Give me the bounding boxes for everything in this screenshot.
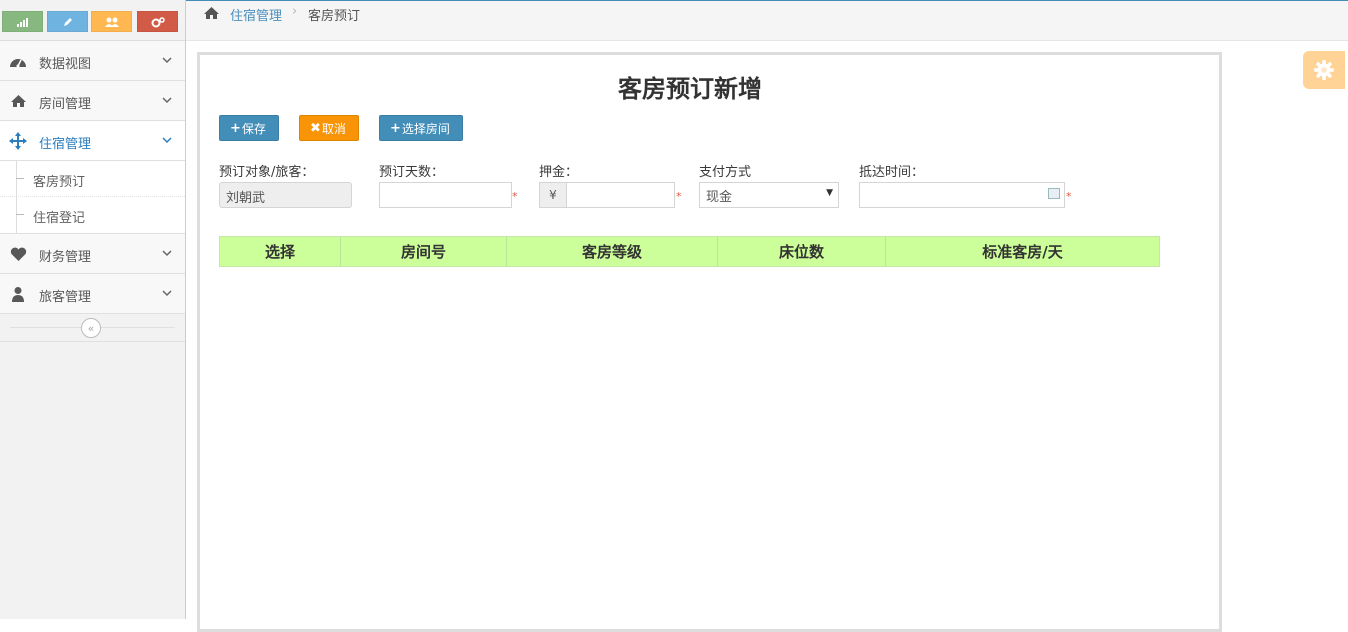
required-mark: * [676,190,682,203]
cancel-button[interactable]: ✖ 取消 [299,115,359,141]
breadcrumb: 住宿管理 › 客房预订 [186,1,1348,41]
close-icon: ✖ [310,120,321,136]
column-header[interactable]: 房间号 [341,237,507,266]
breadcrumb-current: 客房预订 [308,9,361,24]
select-room-button-label: 选择房间 [401,121,450,136]
column-header[interactable]: 选择 [220,237,341,266]
sidebar-subitem-room-booking[interactable]: 客房预订 [0,161,185,197]
shortcut-users-button[interactable] [91,11,132,32]
sidebar-subitem-label: 客房预订 [33,175,86,190]
sidebar-item-lodging[interactable]: 住宿管理 [0,121,185,161]
days-field[interactable] [379,182,512,208]
move-icon [9,132,27,150]
sidebar-subitem-checkin[interactable]: 住宿登记 [0,197,185,233]
plus-icon: + [390,120,401,136]
chevron-down-icon [162,250,172,257]
chevron-down-icon [162,137,172,144]
chevron-down-icon [162,97,172,104]
column-header[interactable]: 客房等级 [507,237,718,266]
collapse-sidebar-icon[interactable]: « [81,318,101,338]
pencil-icon [63,17,72,26]
required-mark: * [512,190,518,203]
calendar-icon[interactable] [1048,188,1060,199]
chevron-down-icon [162,57,172,64]
shortcut-edit-button[interactable] [47,11,88,32]
sidebar-submenu-lodging: 客房预订 住宿登记 [0,161,185,234]
guest-field[interactable]: 刘朝武 [219,182,352,208]
sidebar-item-finance[interactable]: 财务管理 [0,234,185,274]
gear-icon [1314,60,1334,80]
dashboard-icon [9,52,27,70]
deposit-field[interactable] [566,182,675,208]
column-header[interactable]: 床位数 [718,237,886,266]
cogs-icon [151,16,165,27]
cancel-button-label: 取消 [321,121,346,136]
breadcrumb-separator: › [292,4,298,19]
sidebar: 数据视图 房间管理 住宿管理 客房预订 住宿登记 财务管理 旅客管理 « [0,0,186,619]
user-icon [9,285,27,303]
required-mark: * [1066,190,1072,203]
tree-line [16,161,17,197]
tree-line [16,197,17,233]
page-title: 客房预订新增 [618,75,762,103]
arrival-time-field[interactable] [859,182,1065,208]
select-room-button[interactable]: + 选择房间 [379,115,463,141]
sidebar-collapse-bar: « [0,314,185,342]
sidebar-item-dashboard[interactable]: 数据视图 [0,41,185,81]
sidebar-item-label: 住宿管理 [39,137,92,152]
payment-label: 支付方式 [699,165,752,180]
signal-icon [16,17,28,27]
payment-select[interactable]: 现金 ▼ [699,182,839,208]
currency-addon: ¥ [539,182,567,208]
tree-dash [16,178,24,179]
sidebar-item-label: 旅客管理 [39,290,92,305]
sidebar-item-label: 房间管理 [39,97,92,112]
settings-toggle-button[interactable] [1303,51,1345,89]
save-button[interactable]: + 保存 [219,115,279,141]
home-icon [9,92,27,110]
chevron-down-icon [162,290,172,297]
sidebar-item-rooms[interactable]: 房间管理 [0,81,185,121]
sidebar-item-guests[interactable]: 旅客管理 [0,274,185,314]
arrival-label: 抵达时间： [859,165,925,180]
save-button-label: 保存 [241,121,266,136]
sidebar-shortcuts [0,0,185,41]
home-icon[interactable] [203,6,220,24]
heart-icon [9,245,27,263]
room-grid-header: 选择 房间号 客房等级 床位数 标准客房/天 [219,236,1160,267]
column-header[interactable]: 标准客房/天 [886,237,1159,266]
guest-label: 预订对象/旅客： [219,165,315,180]
sidebar-subitem-label: 住宿登记 [33,211,86,226]
shortcut-stats-button[interactable] [2,11,43,32]
sidebar-item-label: 数据视图 [39,57,92,72]
tree-dash [16,214,24,215]
days-label: 预订天数： [379,165,445,180]
booking-form-panel: 客房预订新增 + 保存 ✖ 取消 + 选择房间 预订对象/旅客： 预订天数： 押… [197,52,1222,632]
caret-down-icon: ▼ [826,188,833,198]
plus-icon: + [230,120,241,136]
deposit-label: 押金： [539,165,579,180]
shortcut-settings-button[interactable] [137,11,178,32]
payment-select-value: 现金 [706,189,733,205]
breadcrumb-parent-link[interactable]: 住宿管理 [230,5,282,24]
sidebar-item-label: 财务管理 [39,250,92,265]
users-icon [104,17,119,27]
